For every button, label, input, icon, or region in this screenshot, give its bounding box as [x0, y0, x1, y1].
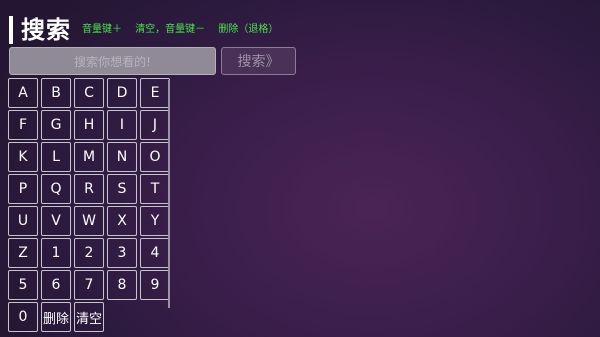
page-title: 搜索	[21, 15, 71, 44]
header: 搜索 音量键＋ 清空，音量键－ 删除（退格）	[0, 14, 600, 46]
key-v[interactable]: V	[41, 206, 71, 236]
hint-clear: 清空，音量键－	[135, 24, 206, 35]
key-u[interactable]: U	[8, 206, 38, 236]
key-n[interactable]: N	[107, 142, 137, 172]
key-p[interactable]: P	[8, 174, 38, 204]
key-b[interactable]: B	[41, 78, 71, 108]
key-a[interactable]: A	[8, 78, 38, 108]
search-button[interactable]: 搜索》	[221, 47, 296, 75]
key-g[interactable]: G	[41, 110, 71, 140]
hint-volume-up: 音量键＋	[82, 24, 122, 35]
search-input[interactable]: 搜索你想看的!	[9, 47, 216, 75]
key-y[interactable]: Y	[140, 206, 170, 236]
key-0[interactable]: 0	[8, 302, 38, 332]
key-r[interactable]: R	[74, 174, 104, 204]
key-m[interactable]: M	[74, 142, 104, 172]
key-o[interactable]: O	[140, 142, 170, 172]
hint-text: 音量键＋ 清空，音量键－ 删除（退格）	[82, 23, 288, 37]
key-h[interactable]: H	[74, 110, 104, 140]
key-8[interactable]: 8	[107, 270, 137, 300]
key-q[interactable]: Q	[41, 174, 71, 204]
key-k[interactable]: K	[8, 142, 38, 172]
key-e[interactable]: E	[140, 78, 170, 108]
key-x[interactable]: X	[107, 206, 137, 236]
key-d[interactable]: D	[107, 78, 137, 108]
title-accent-bar	[9, 16, 13, 44]
key-i[interactable]: I	[107, 110, 137, 140]
key-clear[interactable]: 清空	[74, 302, 104, 332]
key-5[interactable]: 5	[8, 270, 38, 300]
key-4[interactable]: 4	[140, 238, 170, 268]
key-t[interactable]: T	[140, 174, 170, 204]
key-l[interactable]: L	[41, 142, 71, 172]
key-f[interactable]: F	[8, 110, 38, 140]
key-delete[interactable]: 删除	[41, 302, 71, 332]
key-1[interactable]: 1	[41, 238, 71, 268]
key-9[interactable]: 9	[140, 270, 170, 300]
keyboard-grid: A B C D E F G H I J K L M N O P Q R S T U V W X Y Z 1 2 3 4 5 6 7 8 9 0 删除 清空	[8, 78, 170, 337]
search-placeholder: 搜索你想看的!	[74, 54, 151, 69]
keyboard-scrollbar[interactable]	[168, 80, 170, 308]
key-3[interactable]: 3	[107, 238, 137, 268]
key-7[interactable]: 7	[74, 270, 104, 300]
hint-delete: 删除（退格）	[218, 24, 279, 35]
key-z[interactable]: Z	[8, 238, 38, 268]
key-c[interactable]: C	[74, 78, 104, 108]
key-2[interactable]: 2	[74, 238, 104, 268]
key-s[interactable]: S	[107, 174, 137, 204]
key-j[interactable]: J	[140, 110, 170, 140]
key-6[interactable]: 6	[41, 270, 71, 300]
key-w[interactable]: W	[74, 206, 104, 236]
